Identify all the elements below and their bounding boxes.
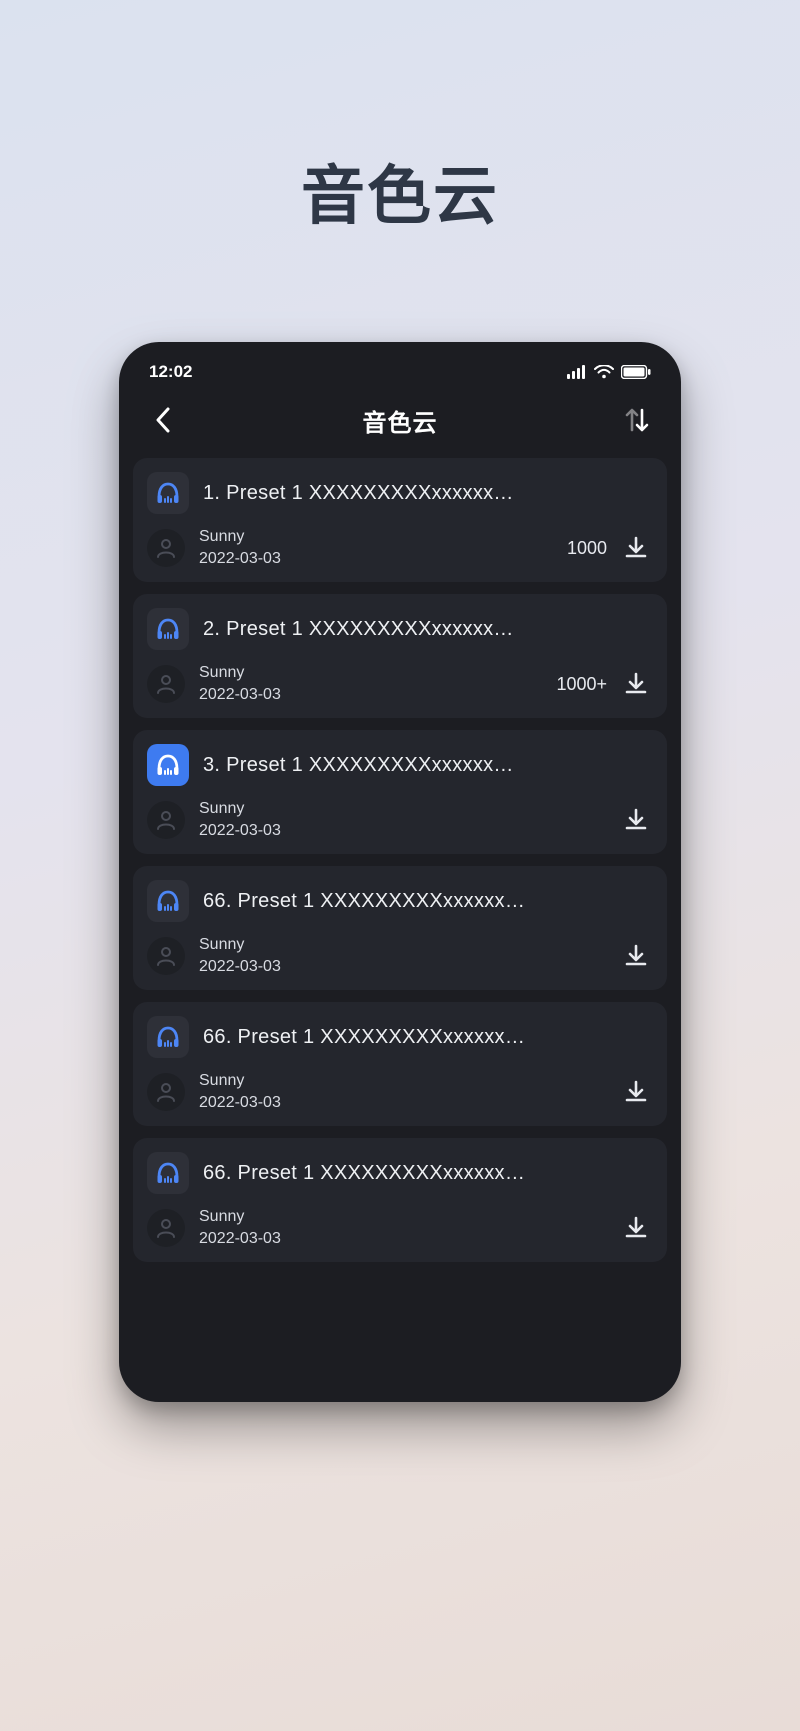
back-button[interactable]	[143, 400, 183, 440]
download-button[interactable]	[621, 1213, 651, 1243]
preset-list: 1. Preset 1 XXXXXXXXXxxxxxx… Sunny 2022-03…	[133, 458, 667, 1262]
preset-title: 66. Preset 1 XXXXXXXXXxxxxxx…	[203, 1026, 651, 1049]
battery-icon	[621, 365, 651, 379]
status-time: 12:02	[149, 362, 192, 382]
nav-bar: 音色云	[133, 390, 667, 458]
headphones-icon	[147, 1016, 189, 1058]
preset-user: Sunny	[199, 800, 621, 818]
headphones-icon	[147, 880, 189, 922]
user-avatar-icon	[147, 1073, 185, 1111]
preset-user: Sunny	[199, 1072, 621, 1090]
preset-date: 2022-03-03	[199, 1230, 621, 1248]
download-button[interactable]	[621, 805, 651, 835]
preset-title: 66. Preset 1 XXXXXXXXXxxxxxx…	[203, 890, 651, 913]
preset-date: 2022-03-03	[199, 550, 567, 568]
download-button[interactable]	[621, 941, 651, 971]
wifi-icon	[594, 365, 614, 379]
download-count: 1000	[567, 538, 607, 559]
preset-user: Sunny	[199, 1208, 621, 1226]
preset-user: Sunny	[199, 528, 567, 546]
preset-card[interactable]: 66. Preset 1 XXXXXXXXXxxxxxx… Sunny 2022-0…	[133, 1138, 667, 1262]
preset-user: Sunny	[199, 664, 556, 682]
preset-card[interactable]: 66. Preset 1 XXXXXXXXXxxxxxx… Sunny 2022-0…	[133, 866, 667, 990]
download-count: 1000+	[556, 674, 607, 695]
user-avatar-icon	[147, 1209, 185, 1247]
headphones-icon	[147, 472, 189, 514]
user-avatar-icon	[147, 529, 185, 567]
status-bar: 12:02	[133, 354, 667, 390]
headphones-icon	[147, 608, 189, 650]
headphones-icon	[147, 744, 189, 786]
preset-date: 2022-03-03	[199, 1094, 621, 1112]
download-button[interactable]	[621, 533, 651, 563]
preset-date: 2022-03-03	[199, 958, 621, 976]
phone-frame: 12:02 音色云 1. Preset 1 XXXXXXXXXxxxxxx… Su…	[119, 342, 681, 1402]
preset-card[interactable]: 2. Preset 1 XXXXXXXXXxxxxxx… Sunny 2022-03…	[133, 594, 667, 718]
preset-card[interactable]: 3. Preset 1 XXXXXXXXXxxxxxx… Sunny 2022-03…	[133, 730, 667, 854]
preset-date: 2022-03-03	[199, 822, 621, 840]
download-button[interactable]	[621, 669, 651, 699]
nav-title: 音色云	[363, 403, 438, 438]
headphones-icon	[147, 1152, 189, 1194]
download-button[interactable]	[621, 1077, 651, 1107]
preset-date: 2022-03-03	[199, 686, 556, 704]
cellular-icon	[567, 365, 587, 379]
preset-title: 66. Preset 1 XXXXXXXXXxxxxxx…	[203, 1162, 651, 1185]
preset-card[interactable]: 1. Preset 1 XXXXXXXXXxxxxxx… Sunny 2022-03…	[133, 458, 667, 582]
sort-button[interactable]	[617, 400, 657, 440]
preset-card[interactable]: 66. Preset 1 XXXXXXXXXxxxxxx… Sunny 2022-0…	[133, 1002, 667, 1126]
preset-title: 2. Preset 1 XXXXXXXXXxxxxxx…	[203, 618, 651, 641]
page-heading: 音色云	[301, 145, 499, 237]
preset-user: Sunny	[199, 936, 621, 954]
user-avatar-icon	[147, 937, 185, 975]
user-avatar-icon	[147, 665, 185, 703]
preset-title: 3. Preset 1 XXXXXXXXXxxxxxx…	[203, 754, 651, 777]
preset-title: 1. Preset 1 XXXXXXXXXxxxxxx…	[203, 482, 651, 505]
user-avatar-icon	[147, 801, 185, 839]
